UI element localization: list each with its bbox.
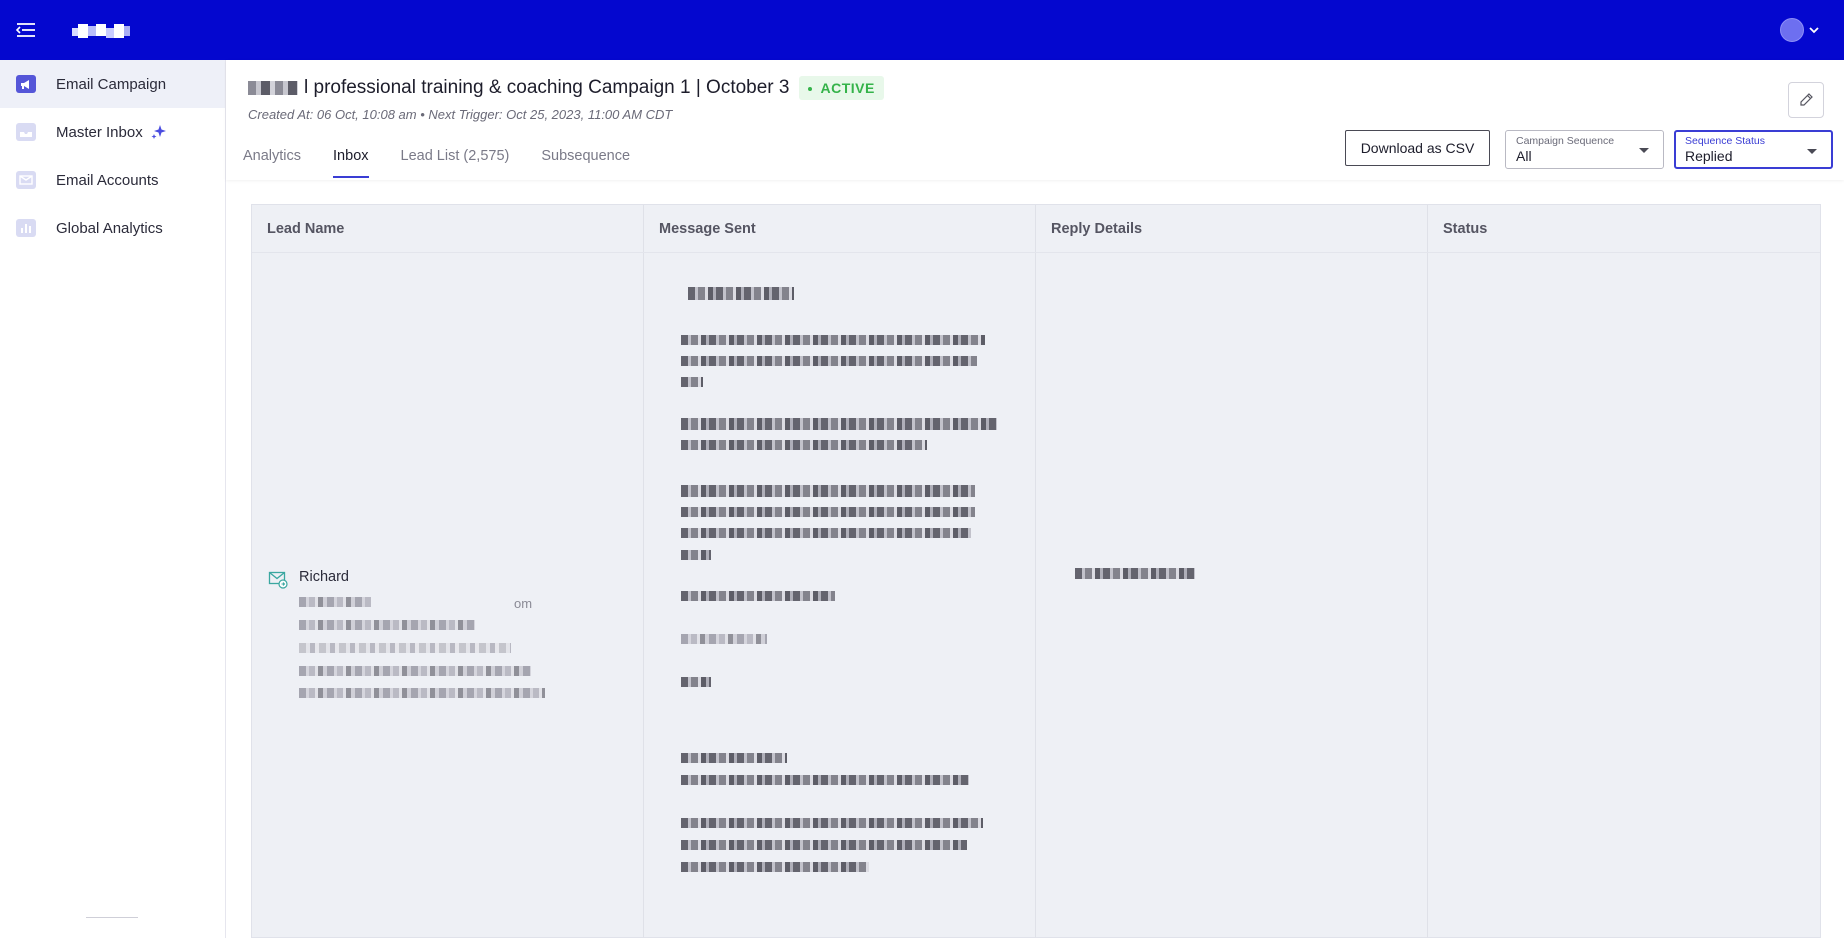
campaign-sequence-select[interactable]: Campaign Sequence All	[1505, 130, 1664, 169]
edit-campaign-button[interactable]	[1788, 82, 1824, 118]
redacted-message-line	[681, 440, 927, 450]
redacted-message-line	[681, 775, 969, 785]
redacted-lead-detail	[299, 666, 531, 676]
lead-name[interactable]: Richard	[299, 569, 349, 585]
redacted-message-line	[688, 287, 794, 300]
column-header-message-sent: Message Sent	[644, 205, 1036, 252]
sparkle-icon	[151, 125, 166, 139]
sidebar-divider	[86, 917, 138, 918]
campaign-tabs: Analytics Inbox Lead List (2,575) Subseq…	[243, 144, 662, 180]
lead-cell: Richard om	[252, 253, 644, 938]
user-avatar-icon[interactable]	[1780, 18, 1804, 42]
sidebar-item-email-campaign[interactable]: Email Campaign	[0, 60, 225, 108]
redacted-message-line	[681, 753, 787, 763]
redacted-message-line	[681, 335, 985, 345]
redacted-message-line	[681, 634, 767, 644]
tab-lead-list[interactable]: Lead List (2,575)	[401, 144, 510, 180]
redacted-message-line	[681, 485, 975, 497]
redacted-message-line	[681, 840, 967, 850]
campaign-header: l professional training & coaching Campa…	[226, 60, 1844, 180]
status-cell	[1428, 253, 1820, 938]
hamburger-menu-icon[interactable]	[14, 18, 38, 42]
sidebar-item-global-analytics[interactable]: Global Analytics	[0, 204, 225, 252]
redacted-reply-detail	[1075, 568, 1195, 579]
redacted-lead-detail	[299, 597, 371, 607]
column-header-reply-details: Reply Details	[1036, 205, 1428, 252]
redacted-lead-detail	[299, 688, 545, 698]
top-app-bar	[0, 0, 1844, 60]
inbox-table: Lead Name Message Sent Reply Details Sta…	[251, 204, 1821, 938]
sequence-status-value: Replied	[1685, 148, 1733, 164]
download-csv-button[interactable]: Download as CSV	[1345, 130, 1490, 166]
sidebar: Email Campaign Master Inbox Email Accoun…	[0, 60, 226, 938]
message-sent-cell	[644, 253, 1036, 938]
pencil-icon	[1800, 93, 1813, 106]
table-row[interactable]: Richard om	[252, 253, 1820, 938]
redacted-message-line	[681, 550, 711, 560]
sequence-status-select[interactable]: Sequence Status Replied	[1674, 130, 1833, 169]
user-menu[interactable]	[1780, 16, 1824, 44]
status-badge: ACTIVE	[799, 76, 884, 100]
campaign-meta: Created At: 06 Oct, 10:08 am • Next Trig…	[248, 107, 673, 122]
redacted-message-line	[681, 862, 869, 872]
mail-accounts-icon	[16, 170, 36, 190]
status-badge-label: ACTIVE	[820, 80, 875, 96]
redacted-message-line	[681, 677, 711, 687]
campaign-sequence-label: Campaign Sequence	[1516, 135, 1615, 147]
redacted-message-line	[681, 356, 977, 366]
sidebar-item-label: Email Campaign	[56, 75, 167, 93]
brand-logo[interactable]	[72, 22, 130, 40]
redacted-message-line	[681, 507, 975, 517]
chevron-down-icon	[1809, 27, 1819, 34]
bar-chart-icon	[16, 218, 36, 238]
redacted-lead-detail	[299, 620, 475, 630]
redacted-message-line	[681, 528, 971, 538]
email-reply-icon	[268, 571, 288, 589]
redacted-message-line	[681, 418, 997, 430]
sequence-status-label: Sequence Status	[1685, 135, 1765, 147]
page-title: l professional training & coaching Campa…	[304, 77, 790, 98]
redacted-message-line	[681, 591, 835, 601]
column-header-lead-name: Lead Name	[252, 205, 644, 252]
sidebar-item-label: Master Inbox	[56, 123, 143, 141]
tab-inbox[interactable]: Inbox	[333, 144, 370, 180]
dropdown-arrow-icon	[1639, 148, 1649, 153]
campaign-sequence-value: All	[1516, 148, 1532, 164]
tab-analytics[interactable]: Analytics	[243, 144, 301, 180]
lead-email-suffix: om	[514, 596, 533, 611]
megaphone-icon	[16, 74, 36, 94]
redacted-message-line	[681, 377, 703, 387]
redacted-title-prefix	[248, 81, 298, 95]
sidebar-item-label: Email Accounts	[56, 171, 159, 189]
table-header: Lead Name Message Sent Reply Details Sta…	[252, 205, 1820, 253]
sidebar-item-email-accounts[interactable]: Email Accounts	[0, 156, 225, 204]
sidebar-item-label: Global Analytics	[56, 219, 163, 237]
inbox-icon	[16, 122, 36, 142]
redacted-lead-detail	[299, 643, 511, 653]
column-header-status: Status	[1443, 220, 1488, 237]
sidebar-item-master-inbox[interactable]: Master Inbox	[0, 108, 225, 156]
status-dot-icon	[808, 87, 813, 92]
tab-subsequence[interactable]: Subsequence	[541, 144, 630, 180]
dropdown-arrow-icon	[1807, 149, 1817, 154]
redacted-message-line	[681, 818, 983, 828]
title-row: l professional training & coaching Campa…	[248, 76, 884, 100]
reply-details-cell	[1036, 253, 1428, 938]
